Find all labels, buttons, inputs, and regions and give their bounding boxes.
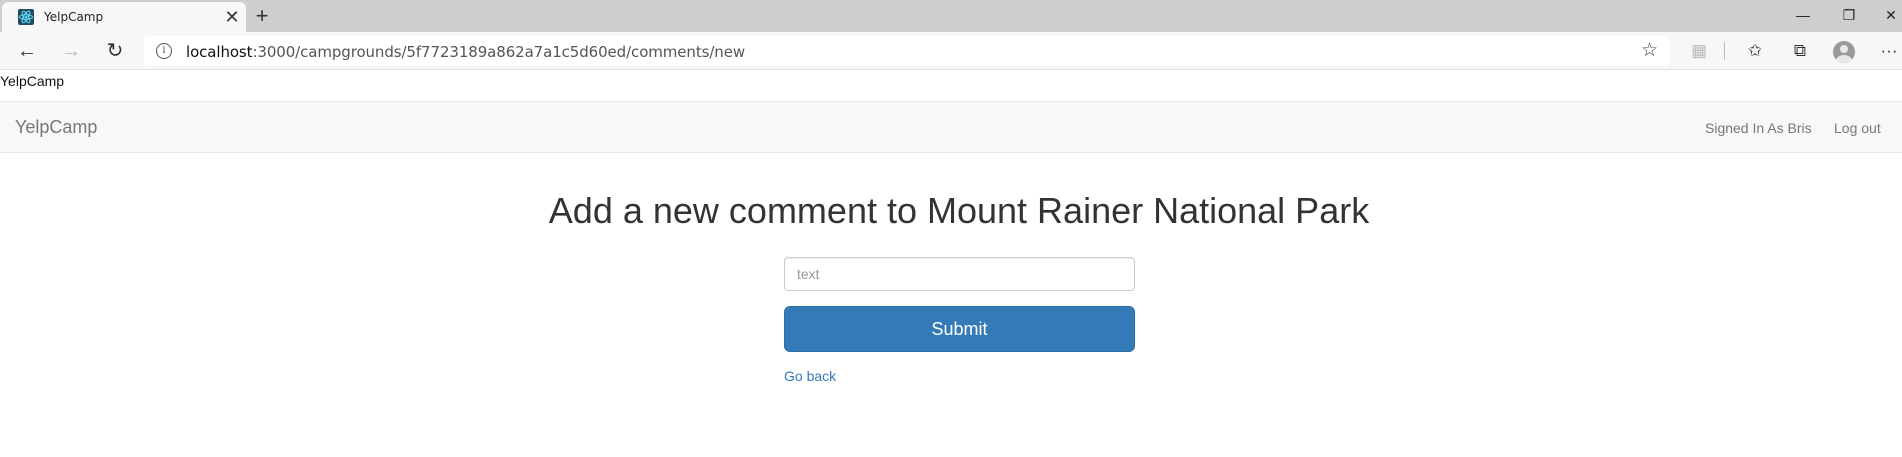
url-host: localhost [186, 43, 253, 61]
more-menu-icon[interactable]: ··· [1874, 37, 1902, 65]
site-navbar: YelpCamp Signed In As Bris Log out [0, 101, 1902, 153]
site-info-icon[interactable]: i [156, 43, 172, 59]
navbar-brand[interactable]: YelpCamp [15, 117, 97, 138]
browser-tab[interactable]: YelpCamp ✕ [2, 2, 246, 32]
new-tab-icon[interactable]: + [250, 4, 274, 28]
page-title-text: YelpCamp [0, 73, 65, 89]
back-arrow-icon[interactable]: ← [12, 37, 42, 65]
logout-link[interactable]: Log out [1834, 120, 1881, 136]
profile-avatar-icon[interactable] [1833, 41, 1855, 63]
collections-icon[interactable]: ⧉ [1785, 37, 1815, 65]
favorites-icon[interactable]: ✩ [1740, 37, 1770, 65]
comment-text-input[interactable] [784, 257, 1135, 291]
tab-title: YelpCamp [44, 10, 104, 24]
address-bar[interactable]: i localhost:3000/campgrounds/5f7723189a8… [144, 36, 1670, 66]
page-heading: Add a new comment to Mount Rainer Nation… [548, 190, 1370, 231]
submit-button[interactable]: Submit [784, 306, 1135, 352]
url-text[interactable]: localhost:3000/campgrounds/5f7723189a862… [186, 43, 745, 61]
minimize-icon[interactable]: — [1780, 0, 1826, 30]
restore-icon[interactable]: ❐ [1826, 0, 1872, 30]
window-close-icon[interactable]: ✕ [1868, 0, 1902, 30]
browser-tab-strip: YelpCamp ✕ + — ❐ ✕ [0, 0, 1902, 32]
react-favicon-icon [18, 9, 34, 25]
favorite-star-icon[interactable]: ☆ [1641, 39, 1658, 62]
signed-in-link[interactable]: Signed In As Bris [1705, 120, 1812, 136]
url-path: :3000/campgrounds/5f7723189a862a7a1c5d60… [252, 43, 745, 61]
tab-close-icon[interactable]: ✕ [222, 7, 242, 27]
extension-icon[interactable]: ▦ [1684, 37, 1714, 65]
reload-icon[interactable]: ↻ [100, 37, 130, 65]
forward-arrow-icon[interactable]: → [56, 37, 86, 65]
toolbar-divider [1724, 42, 1725, 60]
browser-toolbar: ← → ↻ i localhost:3000/campgrounds/5f772… [0, 32, 1902, 70]
go-back-link[interactable]: Go back [784, 368, 836, 384]
